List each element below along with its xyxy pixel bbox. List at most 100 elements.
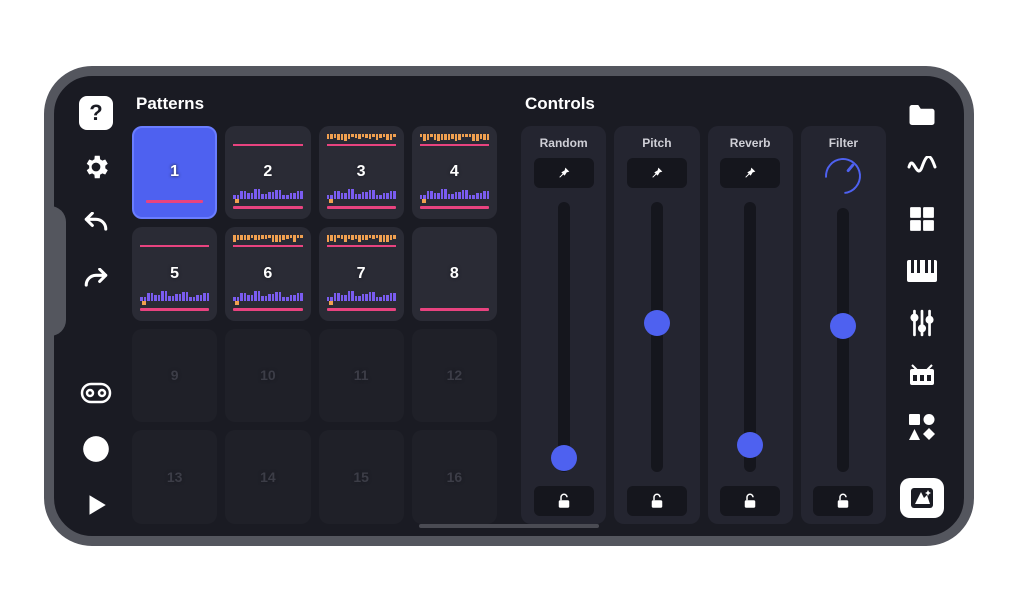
pad-number: 2 (263, 163, 272, 181)
slider[interactable] (744, 202, 756, 472)
pad-number: 16 (447, 469, 463, 485)
undo-icon (81, 212, 111, 234)
pad-number: 13 (167, 469, 183, 485)
pin-icon (649, 165, 665, 181)
pad-number: 14 (260, 469, 276, 485)
slider-thumb[interactable] (737, 432, 763, 458)
pad-number: 1 (170, 163, 179, 181)
pattern-pad-11[interactable]: 11 (319, 329, 404, 423)
grid-icon (909, 206, 935, 232)
lock-button[interactable] (813, 486, 873, 516)
pad-number: 9 (171, 367, 179, 383)
pin-icon (742, 165, 758, 181)
slider-thumb[interactable] (644, 310, 670, 336)
pattern-pad-15[interactable]: 15 (319, 430, 404, 524)
left-sidebar: ? (66, 94, 126, 524)
main-area: Patterns 12345678910111213141516 Control… (126, 94, 892, 524)
wave-button[interactable] (903, 148, 941, 186)
redo-button[interactable] (77, 260, 115, 298)
pattern-pad-5[interactable]: 5 (132, 227, 217, 321)
magic-button[interactable] (900, 478, 944, 518)
piano-button[interactable] (903, 252, 941, 290)
pin-button[interactable] (627, 158, 687, 188)
pattern-pad-3[interactable]: 3 (319, 126, 404, 220)
pattern-pad-7[interactable]: 7 (319, 227, 404, 321)
pattern-pad-1[interactable]: 1 (132, 126, 217, 220)
pad-number: 10 (260, 367, 276, 383)
slider[interactable] (651, 202, 663, 472)
play-icon (83, 492, 109, 518)
controls-section: Controls Random Pitch Reverb Filter (521, 94, 886, 524)
slider-thumb[interactable] (830, 313, 856, 339)
patterns-title: Patterns (136, 94, 497, 114)
control-label: Random (540, 136, 588, 150)
settings-button[interactable] (77, 148, 115, 186)
undo-button[interactable] (77, 204, 115, 242)
wave-icon (907, 156, 937, 178)
controls-row: Random Pitch Reverb Filter (521, 126, 886, 524)
lock-button[interactable] (627, 486, 687, 516)
pad-number: 7 (357, 265, 366, 283)
control-filter: Filter (801, 126, 886, 524)
control-reverb: Reverb (708, 126, 793, 524)
lock-button[interactable] (534, 486, 594, 516)
sliders-button[interactable] (903, 304, 941, 342)
pattern-pad-13[interactable]: 13 (132, 430, 217, 524)
lock-button[interactable] (720, 486, 780, 516)
pad-number: 3 (357, 163, 366, 181)
gear-icon (81, 152, 111, 182)
pattern-pad-14[interactable]: 14 (225, 430, 310, 524)
help-button[interactable]: ? (79, 96, 113, 130)
pad-number: 11 (354, 367, 369, 383)
drums-button[interactable] (903, 356, 941, 394)
pattern-pad-8[interactable]: 8 (412, 227, 497, 321)
slider[interactable] (837, 208, 849, 472)
pattern-pad-10[interactable]: 10 (225, 329, 310, 423)
piano-icon (907, 260, 937, 282)
pattern-pad-4[interactable]: 4 (412, 126, 497, 220)
control-label: Filter (829, 136, 858, 150)
sliders-icon (909, 309, 935, 337)
pad-number: 4 (450, 163, 459, 181)
folder-button[interactable] (903, 96, 941, 134)
unlock-icon (555, 492, 573, 510)
pad-number: 5 (170, 265, 179, 283)
home-indicator (419, 524, 599, 528)
record-button[interactable] (77, 430, 115, 468)
slider-thumb[interactable] (551, 445, 577, 471)
pad-number: 12 (447, 367, 463, 383)
redo-icon (81, 268, 111, 290)
pattern-pad-16[interactable]: 16 (412, 430, 497, 524)
pattern-pad-6[interactable]: 6 (225, 227, 310, 321)
patterns-section: Patterns 12345678910111213141516 (132, 94, 497, 524)
filter-knob[interactable] (818, 150, 869, 201)
magic-icon (908, 485, 936, 511)
pattern-pad-12[interactable]: 12 (412, 329, 497, 423)
device-notch (44, 206, 66, 336)
unlock-icon (648, 492, 666, 510)
unlock-icon (741, 492, 759, 510)
shapes-icon (908, 413, 936, 441)
pad-number: 8 (450, 265, 459, 283)
pattern-pad-2[interactable]: 2 (225, 126, 310, 220)
pin-button[interactable] (720, 158, 780, 188)
circle-icon (82, 435, 110, 463)
pad-number: 15 (353, 469, 369, 485)
controls-title: Controls (525, 94, 886, 114)
shapes-button[interactable] (903, 408, 941, 446)
pattern-pad-9[interactable]: 9 (132, 329, 217, 423)
pin-icon (556, 165, 572, 181)
patterns-grid: 12345678910111213141516 (132, 126, 497, 524)
tape-button[interactable] (77, 374, 115, 412)
control-pitch: Pitch (614, 126, 699, 524)
folder-icon (907, 102, 937, 128)
device-frame: ? Patterns 12345678910111213141516 Contr (44, 66, 974, 546)
pin-button[interactable] (534, 158, 594, 188)
play-button[interactable] (77, 486, 115, 524)
drums-icon (908, 363, 936, 387)
slider[interactable] (558, 202, 570, 472)
control-random: Random (521, 126, 606, 524)
grid-button[interactable] (903, 200, 941, 238)
control-label: Pitch (642, 136, 671, 150)
pad-number: 6 (263, 265, 272, 283)
